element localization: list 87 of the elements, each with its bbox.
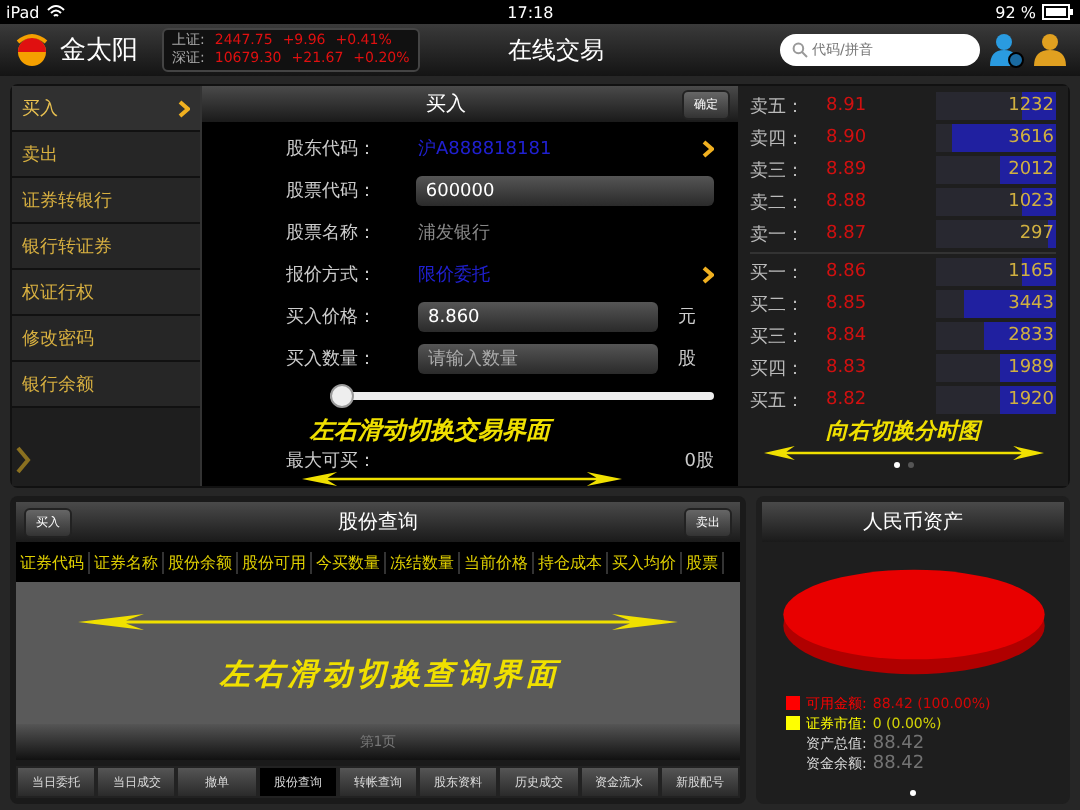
price-value: 8.86 [826, 262, 869, 282]
search-icon [792, 42, 808, 58]
menu-item[interactable]: 修改密码 [12, 316, 200, 362]
unit-label: 股 [678, 347, 696, 372]
price-value: 8.87 [826, 224, 869, 244]
unit-label: 元 [678, 306, 696, 330]
level-label: 买一： [750, 261, 806, 285]
field-label: 最大可买： [286, 449, 378, 473]
user-icon[interactable] [1032, 32, 1068, 68]
volume-value: 2833 [1008, 324, 1054, 348]
app-name: 金太阳 [60, 34, 138, 68]
page-dot[interactable] [910, 790, 916, 796]
menu-item[interactable]: 权证行权 [12, 270, 200, 316]
price-value: 8.90 [826, 128, 869, 148]
level-label: 买五： [750, 389, 806, 413]
page-dot[interactable] [907, 462, 913, 468]
chevron-icon [178, 99, 190, 117]
panel-title: 股份查询 [336, 509, 420, 536]
chevron-icon[interactable] [702, 140, 714, 158]
volume-value: 1989 [1008, 356, 1054, 380]
menu-item[interactable]: 买入 [12, 86, 200, 132]
column-header: 证券名称 [90, 551, 164, 573]
menu-item[interactable]: 银行转证券 [12, 224, 200, 270]
expand-icon[interactable] [16, 446, 32, 474]
double-arrow-icon [763, 446, 1043, 460]
max-value: 0股 [684, 449, 714, 473]
field-label: 股票名称： [286, 221, 378, 246]
column-header: 证券代码 [16, 551, 90, 573]
annotation-text: 左右滑动切换交易界面 [310, 414, 556, 448]
annotation-text: 左右滑动切换查询界面 [220, 655, 560, 693]
column-header: 股份余额 [164, 551, 238, 573]
price-value: 8.82 [826, 390, 869, 410]
volume-value: 2012 [1008, 158, 1054, 182]
volume-value: 3616 [1008, 126, 1054, 150]
field-label: 报价方式： [286, 263, 378, 288]
field-label: 买入价格： [286, 305, 378, 330]
field-label: 买入数量： [286, 347, 378, 372]
annotation-text: 向右切换分时图 [824, 416, 985, 446]
field-label: 股东代码： [286, 137, 378, 162]
column-header: 股份可用 [238, 551, 312, 573]
panel-title: 买入 [424, 91, 468, 118]
column-header: 当前价格 [460, 551, 534, 573]
double-arrow-icon [78, 613, 678, 629]
column-header: 持仓成本 [534, 551, 608, 573]
wifi-icon [45, 4, 66, 20]
column-header: 股票 [682, 551, 724, 573]
chevron-icon[interactable] [702, 266, 714, 284]
user-settings-icon[interactable] [988, 32, 1024, 68]
price-value: 8.89 [826, 160, 869, 180]
level-label: 买三： [750, 325, 806, 349]
level-label: 卖四： [750, 127, 806, 151]
panel-title: 人民币资产 [861, 509, 965, 536]
volume-value: 1920 [1008, 388, 1054, 412]
column-header: 买入均价 [608, 551, 682, 573]
field-label: 股票代码： [286, 179, 378, 204]
level-label: 卖五： [750, 95, 806, 119]
level-label: 卖三： [750, 159, 806, 183]
price-value: 8.91 [826, 96, 869, 116]
clock-time: 17:18 [507, 3, 554, 21]
page-dot[interactable] [893, 462, 899, 468]
level-label: 买二： [750, 293, 806, 317]
level-label: 卖一： [750, 223, 806, 247]
column-header: 冻结数量 [386, 551, 460, 573]
column-header: 今买数量 [312, 551, 386, 573]
price-value: 8.84 [826, 326, 869, 346]
input-field[interactable]: 8.860 [418, 302, 658, 332]
total-value: 88.42 [872, 753, 925, 773]
input-field[interactable]: 请输入数量 [418, 344, 658, 374]
level-label: 买四： [750, 357, 806, 381]
menu-item[interactable]: 证券转银行 [12, 178, 200, 224]
menu-item[interactable]: 银行余额 [12, 362, 200, 408]
page-title: 在线交易 [507, 33, 606, 67]
menu-item[interactable]: 卖出 [12, 132, 200, 178]
logo-icon [12, 32, 52, 68]
price-value: 8.85 [826, 294, 869, 314]
price-value: 8.88 [826, 192, 869, 212]
price-value: 8.83 [826, 358, 869, 378]
field-value: 浦发银行 [418, 221, 490, 246]
total-value: 88.42 [872, 733, 925, 753]
input-field[interactable]: 600000 [415, 176, 714, 206]
battery-percent: 92 % [995, 3, 1036, 21]
device-name: iPad [6, 3, 40, 21]
double-arrow-icon [302, 472, 622, 486]
battery-icon [1042, 4, 1074, 20]
volume-value: 3443 [1008, 292, 1054, 316]
level-label: 卖二： [750, 191, 806, 215]
slider[interactable] [330, 384, 714, 408]
